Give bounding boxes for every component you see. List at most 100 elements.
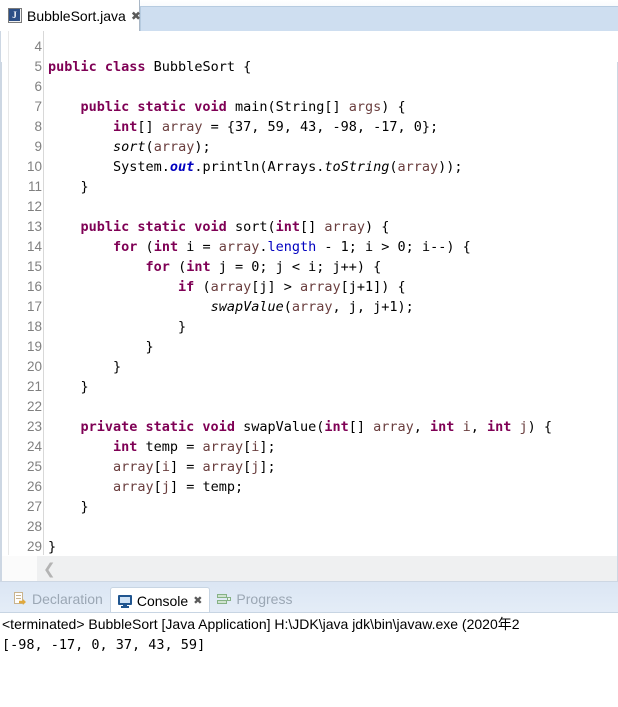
line-number-13: 13 [8,217,55,237]
line-number-24: 24 [26,439,42,454]
console-icon [117,594,132,608]
code-line-29[interactable]: } [44,537,618,556]
token-prm: array [153,139,195,155]
token-plain: } [48,379,89,395]
token-kw: int [430,419,455,435]
code-text-area[interactable]: public class BubbleSort { public static … [44,31,618,556]
token-plain: , [470,419,487,435]
token-kw: public static void [80,219,227,235]
token-kw: int [324,419,349,435]
editor-horizontal-scrollbar[interactable]: ❮ [1,555,618,582]
token-prm: array [113,459,154,475]
close-icon[interactable]: ✖ [131,10,141,22]
code-line-6[interactable] [44,77,618,97]
token-plain: , [413,419,431,435]
token-prm: array [397,159,439,175]
line-number-7: 7 [8,97,55,117]
token-kw: int [486,419,512,435]
line-number-12: 12 [26,199,42,214]
token-kw: int [113,439,138,455]
token-plain: , j, j+1); [332,299,414,315]
line-number-17: 17 [26,299,42,314]
line-number-25: 25 [26,459,42,474]
token-plain: } [48,339,154,355]
token-plain: ) { [365,219,390,235]
token-plain: [ [243,439,252,455]
code-line-24[interactable]: int temp = array[i]; [44,437,618,457]
code-line-4[interactable] [44,37,618,57]
code-line-8[interactable]: int[] array = {37, 59, 43, -98, -17, 0}; [44,117,618,137]
java-file-icon: J [8,8,22,23]
code-line-27[interactable]: } [44,497,618,517]
console-output-text: [-98, -17, 0, 37, 43, 59] [2,637,206,653]
code-line-18[interactable]: } [44,317,618,337]
code-line-20[interactable]: } [44,357,618,377]
bottom-tab-label: Console [136,592,189,609]
line-number-29: 29 [26,539,42,554]
token-prm: array [202,439,244,455]
bottom-tab-progress[interactable]: Progress [210,586,299,612]
line-number-19: 19 [26,339,42,354]
code-line-22[interactable] [44,397,618,417]
token-plain: BubbleSort { [145,59,252,75]
token-plain: } [48,499,89,515]
code-line-7[interactable]: public static void main(String[] args) { [44,97,618,117]
close-icon[interactable]: ✖ [193,594,202,607]
code-line-12[interactable] [44,197,618,217]
bottom-tab-folder: Declaration Console ✖ Progress [0,582,618,613]
code-viewport[interactable]: 4 5 6 7 8 9 10 11 12 13 14 15 16 17 18 19 20 21 22 23 24 25 26… [1,31,618,556]
token-plain: System. [48,159,170,175]
token-plain: ]; [259,459,276,475]
console-view[interactable]: <terminated> BubbleSort [Java Applicatio… [0,612,618,707]
code-line-21[interactable]: } [44,377,618,397]
editor-gutter[interactable]: 4 5 6 7 8 9 10 11 12 13 14 15 16 17 18 19 20 21 22 23 24 25 26… [1,31,55,556]
line-number-ruler: 4 5 6 7 8 9 10 11 12 13 14 15 16 17 18 19 20 21 22 23 24 25 26… [8,31,55,556]
token-prm: array [324,219,366,235]
code-line-23[interactable]: private static void swapValue(int[] arra… [44,417,618,437]
token-prm: j [161,479,170,495]
code-line-19[interactable]: } [44,337,618,357]
line-number-5: 5 [34,59,42,74]
token-plain: } [48,539,57,555]
code-line-16[interactable]: if (array[j] > array[j+1]) { [44,277,618,297]
token-kw: for [145,259,170,275]
code-line-17[interactable]: swapValue(array, j, j+1); [44,297,618,317]
code-line-10[interactable]: System.out.println(Arrays.toString(array… [44,157,618,177]
line-number-28: 28 [26,519,42,534]
token-plain: [] [137,119,162,135]
token-kw: int [113,119,138,135]
code-line-13[interactable]: public static void sort(int[] array) { [44,217,618,237]
scrollbar-track[interactable]: ❮ [37,556,618,582]
code-line-9[interactable]: sort(array); [44,137,618,157]
editor-tab-bubblesort-java[interactable]: J BubbleSort.java ✖ [0,0,141,32]
line-number-15: 15 [26,259,42,274]
code-line-26[interactable]: array[j] = temp; [44,477,618,497]
token-plain: ( [194,279,211,295]
token-kw: public static void [80,99,227,115]
code-line-25[interactable]: array[i] = array[j]; [44,457,618,477]
token-plain: ]; [259,439,276,455]
chevron-left-icon[interactable]: ❮ [43,561,56,577]
token-sm: toString [324,159,390,175]
bottom-tab-label: Progress [236,591,293,607]
bottom-tab-console[interactable]: Console ✖ [109,587,211,613]
code-line-15[interactable]: for (int j = 0; j < i; j++) { [44,257,618,277]
code-line-28[interactable] [44,517,618,537]
token-sm: sort [113,139,146,155]
code-line-11[interactable]: } [44,177,618,197]
token-plain: - 1; i > 0; i--) { [316,239,471,255]
token-prm: array [291,299,333,315]
code-line-14[interactable]: for (int i = array.length - 1; i > 0; i-… [44,237,618,257]
token-prm: args [348,99,382,115]
token-kw: int [153,239,179,255]
scrollbar-gutter-pad [1,556,37,582]
bottom-tab-declaration[interactable]: Declaration [6,586,110,612]
token-prm: array [218,239,260,255]
editor-tabfolder-empty-area [140,6,618,32]
token-plain: } [48,179,89,195]
code-line-5[interactable]: public class BubbleSort { [44,57,618,77]
bottom-view-part: Declaration Console ✖ Progress <terminated>… [0,582,618,707]
